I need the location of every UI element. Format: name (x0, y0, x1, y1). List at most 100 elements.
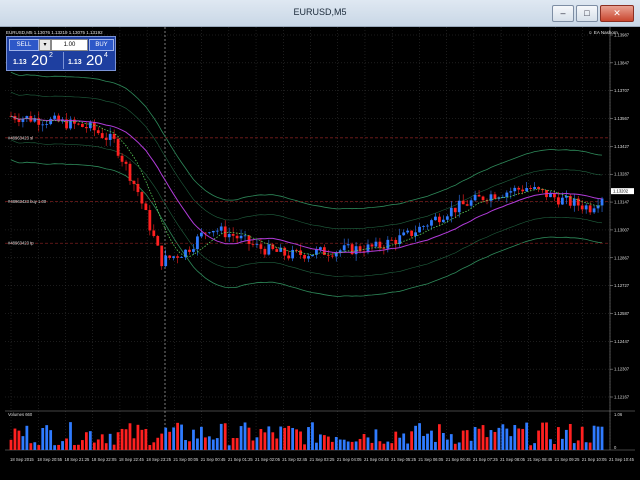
time-tick-label: 21 Sep 01:25 (228, 457, 254, 462)
volume-bar (382, 443, 386, 450)
title-bar[interactable]: EURUSD,M5 – □ ✕ (0, 0, 640, 27)
volume-bar (255, 437, 259, 450)
price-tick-label: 1.12167 (614, 395, 630, 400)
volume-bar (21, 436, 25, 450)
volume-bar (168, 431, 172, 450)
volume-bar (25, 425, 29, 450)
volume-bar (295, 429, 298, 450)
volume-bar (541, 422, 544, 450)
maximize-button[interactable]: □ (576, 5, 598, 22)
time-tick-label: 21 Sep 07:25 (473, 457, 499, 462)
volume-bar (65, 438, 68, 450)
candle (600, 198, 604, 206)
candle (243, 235, 247, 237)
volume-bar (493, 431, 497, 450)
time-tick-label: 21 Sep 05:25 (391, 457, 417, 462)
candle (588, 205, 592, 213)
volume-bar (434, 441, 437, 450)
lot-size-input[interactable]: 1.00 (51, 39, 88, 51)
bid-price-lead: 1.13 (13, 59, 27, 66)
volume-label: Volumes 660 (8, 412, 33, 417)
candle (370, 244, 374, 247)
volume-bar (120, 428, 124, 450)
candle (263, 248, 267, 255)
candle (414, 232, 417, 236)
volume-bar (215, 438, 219, 450)
volume-bar (172, 427, 176, 450)
candle (223, 226, 227, 238)
volume-bar (315, 442, 318, 450)
volume-bar (100, 434, 104, 450)
volume-bar (152, 442, 156, 450)
candle (176, 256, 179, 258)
candle (517, 187, 521, 190)
volume-bar (144, 428, 148, 450)
candle (342, 245, 346, 251)
candle (136, 183, 140, 193)
volume-bar (525, 422, 529, 450)
volume-bar (84, 432, 88, 450)
sell-button[interactable]: SELL (9, 39, 39, 51)
candle (378, 241, 382, 248)
candle (160, 245, 164, 267)
ask-price-sup: 4 (104, 52, 108, 59)
candle (560, 197, 564, 205)
volume-bar (342, 439, 346, 450)
candle (148, 210, 152, 231)
candle (184, 249, 187, 258)
ea-name: EA Nashorn (593, 30, 618, 35)
volume-bar (509, 436, 513, 450)
candle (164, 255, 168, 267)
volume-bar (545, 422, 548, 450)
volume-bar (422, 435, 425, 450)
candle (584, 205, 588, 210)
time-tick-label: 18 Sep 21:25 (64, 457, 90, 462)
candle (430, 220, 433, 226)
volume-bar (287, 425, 291, 450)
window-title: EURUSD,M5 (293, 7, 347, 17)
candle (303, 254, 306, 259)
ask-price[interactable]: 1.13 20 4 (63, 52, 114, 69)
volume-bar (430, 430, 433, 450)
volume-bar (517, 428, 521, 450)
chevron-down-icon[interactable]: ▾ (39, 39, 51, 51)
chart-ticker: EURUSD,M5 1.13076 1.13219 1.13075 1.1319… (6, 30, 103, 35)
volume-bar (461, 430, 465, 450)
ask-price-big: 20 (86, 52, 103, 69)
candle (382, 247, 386, 249)
candle (445, 216, 449, 220)
candle (465, 204, 469, 206)
candle (77, 123, 80, 125)
candle (235, 235, 239, 239)
candle (124, 161, 128, 164)
candle (394, 239, 398, 245)
candle (88, 122, 92, 129)
candle (227, 233, 231, 238)
time-tick-label: 21 Sep 02:05 (255, 457, 281, 462)
volume-bar (29, 443, 33, 450)
volume-bar (398, 437, 402, 450)
candle (513, 187, 517, 192)
time-tick-label: 21 Sep 06:45 (446, 457, 472, 462)
volume-bar (445, 439, 449, 450)
volume-bar (580, 426, 584, 450)
candle (53, 115, 57, 119)
volume-bar (322, 435, 326, 450)
close-button[interactable]: ✕ (600, 5, 634, 22)
volume-bar (49, 430, 53, 450)
buy-button[interactable]: BUY (89, 39, 114, 51)
volume-bar (251, 440, 255, 450)
candle (200, 232, 203, 237)
order-line-label: #48963423 buy 1.00 (8, 199, 47, 204)
volume-bar (485, 437, 489, 450)
price-chart[interactable]: #48963423 sl #48963423 buy 1.00 #48963423 … (5, 27, 635, 467)
bid-price[interactable]: 1.13 20 2 (9, 52, 59, 69)
time-tick-label: 21 Sep 06:05 (418, 457, 444, 462)
volume-bar (299, 431, 302, 450)
candle (259, 244, 263, 249)
candle (211, 231, 215, 233)
volume-bar (136, 424, 140, 450)
minimize-button[interactable]: – (552, 5, 574, 22)
volume-bar (57, 444, 60, 450)
time-tick-label: 21 Sep 09:25 (555, 457, 581, 462)
